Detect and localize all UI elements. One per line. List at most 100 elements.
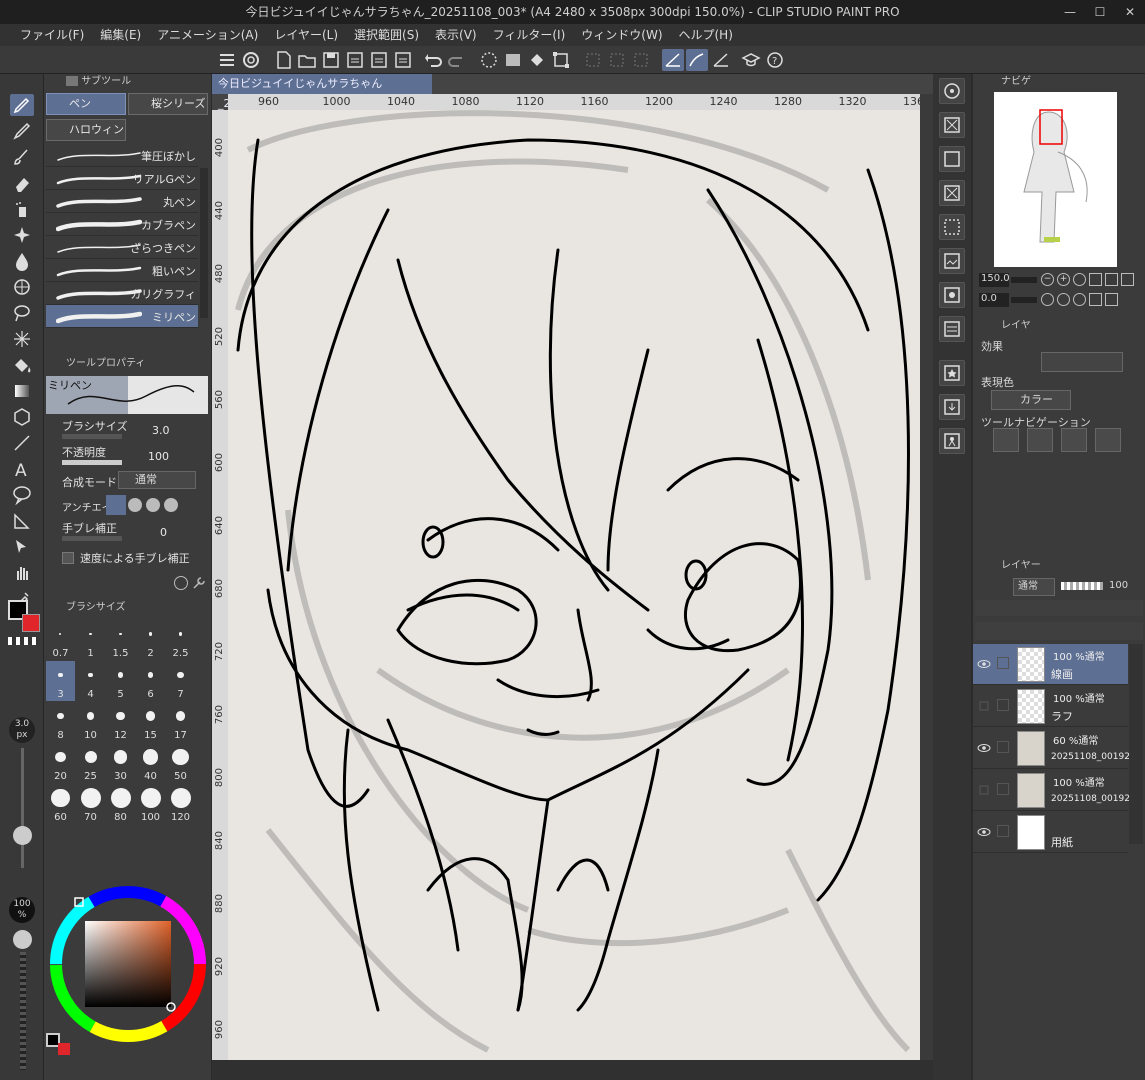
invert-selection-icon[interactable] (606, 49, 628, 71)
brush-size-preset[interactable]: 120 (166, 784, 195, 824)
close-button[interactable]: ✕ (1115, 0, 1145, 24)
clear-outside-icon[interactable] (502, 49, 524, 71)
material-character-icon[interactable] (939, 428, 965, 454)
menu-icon[interactable] (216, 49, 238, 71)
brush-size-preset[interactable]: 20 (46, 743, 75, 783)
layer-edit-toggle[interactable] (997, 825, 1009, 837)
minimize-button[interactable]: — (1055, 0, 1085, 24)
snap-ruler-icon[interactable] (662, 49, 684, 71)
expression-color-select[interactable]: カラー (991, 390, 1071, 410)
nav-pen-icon[interactable] (1095, 428, 1121, 452)
opacity-slider[interactable] (62, 460, 122, 465)
blend-tool-icon[interactable] (10, 250, 34, 272)
brush-size-preset[interactable]: 40 (136, 743, 165, 783)
size-slider-track[interactable] (21, 748, 24, 868)
snap-special-ruler-icon[interactable] (686, 49, 708, 71)
opacity-slider-handle[interactable] (13, 930, 32, 949)
menu-animation[interactable]: アニメーション(A) (149, 24, 266, 46)
navigator-thumbnail[interactable] (994, 92, 1117, 267)
layer-edit-toggle[interactable] (997, 657, 1009, 669)
stabilization-slider[interactable] (62, 536, 122, 541)
size-slider-handle[interactable] (13, 826, 32, 845)
menu-help[interactable]: ヘルプ(H) (671, 24, 741, 46)
brush-size-preset[interactable]: 8 (46, 702, 75, 742)
zoom-slider[interactable] (1011, 277, 1037, 283)
zoom-100-icon[interactable] (1073, 273, 1086, 286)
opacity-slider-track[interactable] (20, 952, 26, 1070)
fit-navigator-icon[interactable] (1121, 273, 1134, 286)
layer-edit-toggle[interactable] (997, 741, 1009, 753)
antialias-none[interactable] (106, 495, 126, 515)
tool-property-tab[interactable]: ツールプロパティ (66, 356, 186, 372)
menu-window[interactable]: ウィンドウ(W) (573, 24, 670, 46)
layer-row[interactable]: 60 %通常 20251108_001924 (973, 728, 1136, 769)
item-bank-icon[interactable] (939, 146, 965, 172)
brush-size-preset[interactable]: 70 (76, 784, 105, 824)
lasso-tool-icon[interactable] (10, 302, 34, 324)
subtool-tab[interactable]: サブツール (66, 74, 186, 90)
brush-size-preset[interactable]: 4 (76, 661, 105, 701)
layer-scrollbar[interactable] (1129, 644, 1143, 844)
flip-horizontal-icon[interactable] (1089, 293, 1102, 306)
nav-object-icon[interactable] (993, 428, 1019, 452)
hand-tool-icon[interactable] (10, 562, 34, 584)
layer-row[interactable]: 100 %通常 ラフ (973, 686, 1128, 727)
maximize-button[interactable]: ☐ (1085, 0, 1115, 24)
opacity-value[interactable]: 100 (148, 450, 169, 463)
brush-size-preset[interactable]: 1.5 (106, 620, 135, 660)
brush-size-preset[interactable]: 3 (46, 661, 75, 701)
brush-size-value[interactable]: 3.0 (152, 424, 170, 437)
layer-row[interactable]: 100 %通常 線画 (973, 644, 1128, 685)
new-file-icon[interactable] (272, 49, 294, 71)
document-tab[interactable]: 今日ビジュイイじゃんサラちゃん_20251108_003* ● (212, 74, 432, 110)
speed-stab-checkbox[interactable] (62, 552, 74, 564)
material-image-icon[interactable] (939, 248, 965, 274)
canvas-vertical-scrollbar[interactable] (920, 94, 933, 1060)
download-material-icon[interactable] (939, 394, 965, 420)
menu-edit[interactable]: 編集(E) (92, 24, 149, 46)
help-icon[interactable]: ? (764, 49, 786, 71)
brush-item[interactable]: 丸ペン (46, 190, 198, 213)
3d-object-tool-icon[interactable] (10, 406, 34, 428)
nav-correct-line-icon[interactable] (1061, 428, 1087, 452)
export-png-icon[interactable] (368, 49, 390, 71)
sub-color-swatch[interactable] (22, 614, 40, 632)
layer-opacity-value[interactable]: 100 (1109, 580, 1128, 591)
sub-view-icon[interactable] (939, 112, 965, 138)
layer-opacity-slider[interactable] (1061, 582, 1103, 590)
brush-item[interactable]: リアルGペン (46, 167, 198, 190)
operation-tool-icon[interactable] (10, 536, 34, 558)
material-icon[interactable] (939, 180, 965, 206)
fit-window-icon[interactable] (1105, 273, 1118, 286)
tool-settings-icon[interactable] (174, 576, 188, 590)
subtool-group-sakura[interactable]: 桜シリーズ (128, 93, 208, 115)
flip-vertical-icon[interactable] (1105, 293, 1118, 306)
balloon-tool-icon[interactable] (10, 484, 34, 506)
brush-size-preset[interactable]: 60 (46, 784, 75, 824)
zoom-in-icon[interactable]: + (1057, 273, 1070, 286)
learn-icon[interactable] (740, 49, 762, 71)
layer-visibility-icon[interactable] (977, 699, 991, 713)
brush-size-preset[interactable]: 25 (76, 743, 105, 783)
color-wheel[interactable] (46, 882, 210, 1046)
favorite-material-icon[interactable] (939, 360, 965, 386)
layer-action-toolbar[interactable] (975, 622, 1143, 640)
effect-buttons[interactable] (1041, 352, 1123, 372)
subtool-group-pen[interactable]: ペン (46, 93, 126, 115)
layer-visibility-icon[interactable] (977, 783, 991, 797)
reset-rotation-icon[interactable] (1073, 293, 1086, 306)
eraser-tool-icon[interactable] (10, 172, 34, 194)
clip-studio-icon[interactable] (240, 49, 262, 71)
auto-select-tool-icon[interactable] (10, 328, 34, 350)
menu-selection[interactable]: 選択範囲(S) (346, 24, 427, 46)
brush-size-preset[interactable]: 80 (106, 784, 135, 824)
material-pattern-icon[interactable] (939, 316, 965, 342)
airbrush-tool-icon[interactable] (10, 198, 34, 220)
material-tone-icon[interactable] (939, 214, 965, 240)
zoom-value[interactable]: 150.0 (979, 273, 1010, 287)
layer-visibility-icon[interactable] (977, 741, 991, 755)
export-jpg-icon[interactable] (344, 49, 366, 71)
layer-edit-toggle[interactable] (997, 699, 1009, 711)
brush-size-preset[interactable]: 15 (136, 702, 165, 742)
transparent-color-icon[interactable] (8, 637, 38, 645)
